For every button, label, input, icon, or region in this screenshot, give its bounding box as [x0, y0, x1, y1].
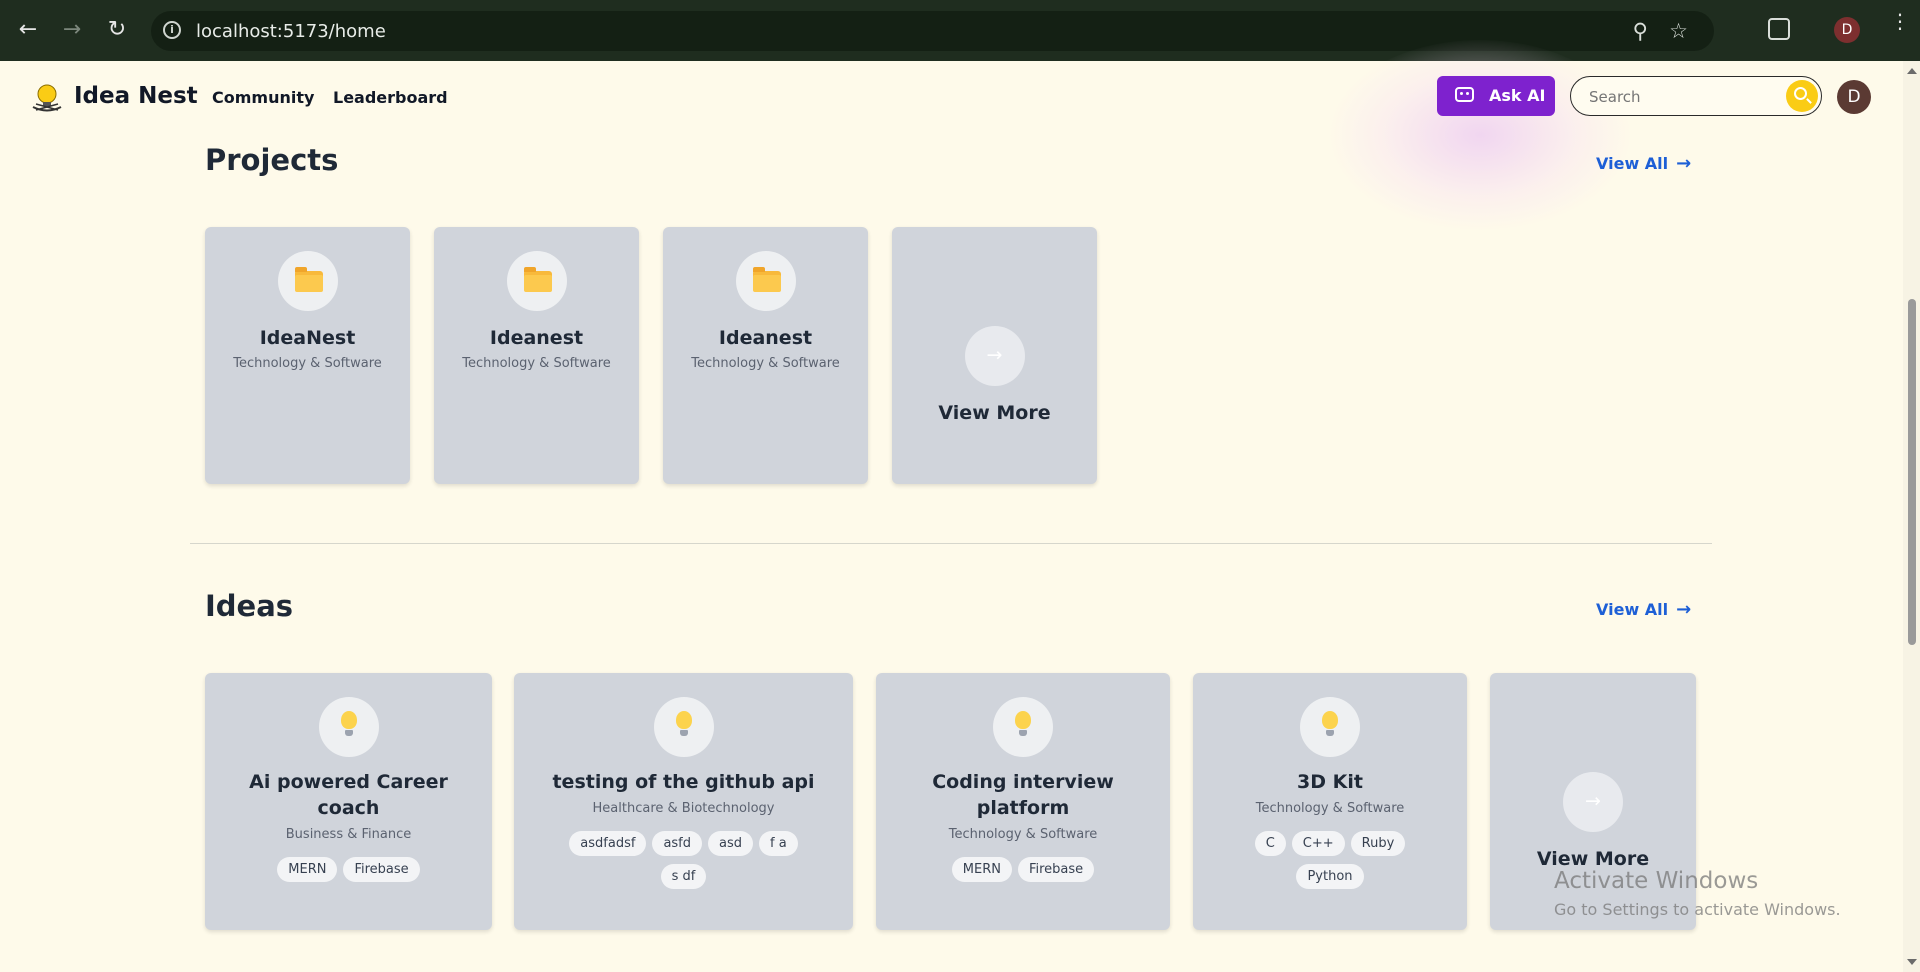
section-divider [190, 543, 1712, 544]
view-more-arrow-icon: → [1563, 772, 1623, 832]
idea-card[interactable]: testing of the github api Healthcare & B… [514, 673, 853, 930]
browser-profile-avatar[interactable]: D [1834, 17, 1860, 43]
scroll-down-arrow-icon[interactable] [1907, 959, 1917, 965]
idea-category: Technology & Software [948, 827, 1098, 842]
search-box [1570, 76, 1822, 116]
folder-icon [752, 267, 781, 292]
project-title: Ideanest [718, 327, 813, 349]
project-category: Technology & Software [691, 356, 840, 371]
lightbulb-icon [1322, 711, 1338, 736]
lightbulb-icon [340, 711, 357, 736]
browser-menu-icon[interactable]: ⋮ [1890, 11, 1910, 31]
idea-card[interactable]: Ai powered Career coach Business & Finan… [205, 673, 492, 930]
tag-chip[interactable]: Ruby [1350, 831, 1406, 856]
project-category: Technology & Software [233, 356, 382, 371]
project-card[interactable]: IdeaNest Technology & Software [205, 227, 410, 484]
ask-ai-label: Ask AI [1489, 86, 1546, 105]
idea-tags: asdfadsf asfd asd f a s df [554, 831, 813, 897]
project-category: Technology & Software [462, 356, 611, 371]
ideas-view-all-link[interactable]: View All → [1596, 599, 1691, 620]
page-scrollbar[interactable] [1903, 61, 1920, 972]
zoom-icon[interactable]: ⚲ [1633, 19, 1648, 43]
ask-ai-button[interactable]: Ask AI [1437, 76, 1555, 116]
ideas-heading: Ideas [205, 589, 294, 623]
tag-chip[interactable]: C [1254, 831, 1286, 856]
windows-activation-watermark: Activate Windows Go to Settings to activ… [1554, 868, 1841, 919]
view-more-arrow-icon: → [964, 326, 1025, 386]
arrow-right-icon: → [1676, 599, 1692, 620]
ideas-view-all-label: View All [1596, 600, 1669, 619]
logo-text[interactable]: Idea Nest [74, 83, 198, 109]
idea-title: testing of the github api [552, 771, 815, 793]
lightbulb-icon-circle [653, 697, 714, 757]
view-more-label: View More [1536, 848, 1650, 870]
tag-chip[interactable]: asdfadsf [569, 831, 647, 856]
folder-icon-circle [506, 251, 567, 311]
tag-chip[interactable]: C++ [1291, 831, 1345, 856]
user-avatar[interactable]: D [1837, 80, 1871, 114]
lightbulb-icon [675, 711, 692, 736]
idea-tags: C C++ Ruby Python [1233, 831, 1427, 897]
tag-chip[interactable]: Firebase [1017, 857, 1095, 882]
folder-icon [523, 267, 552, 292]
watermark-title: Activate Windows [1554, 868, 1759, 894]
site-info-icon[interactable]: i [163, 21, 181, 39]
nav-leaderboard[interactable]: Leaderboard [333, 88, 448, 107]
idea-category: Business & Finance [285, 827, 412, 842]
tag-chip[interactable]: s df [660, 864, 707, 889]
lightbulb-icon-circle [318, 697, 379, 757]
arrow-right-icon: → [1676, 153, 1692, 174]
folder-icon-circle [735, 251, 796, 311]
extensions-icon[interactable] [1768, 18, 1790, 40]
idea-tags: MERN Firebase [916, 857, 1130, 890]
tag-chip[interactable]: MERN [277, 857, 338, 882]
tag-chip[interactable]: MERN [951, 857, 1012, 882]
folder-icon [294, 267, 323, 292]
project-card[interactable]: Ideanest Technology & Software [434, 227, 639, 484]
projects-view-all-link[interactable]: View All → [1596, 153, 1691, 174]
bookmark-star-icon[interactable]: ☆ [1669, 19, 1688, 43]
tag-chip[interactable]: f a [759, 831, 798, 856]
reload-button[interactable]: ↻ [101, 14, 133, 46]
search-input[interactable] [1587, 85, 1781, 109]
idea-title: Coding interview platform [932, 771, 1114, 819]
projects-view-all-label: View All [1596, 154, 1669, 173]
tag-chip[interactable]: Firebase [343, 857, 420, 882]
projects-view-more-card[interactable]: → View More [892, 227, 1097, 484]
idea-category: Healthcare & Biotechnology [592, 801, 775, 816]
scroll-thumb[interactable] [1908, 299, 1916, 645]
idea-title: Ai powered Career coach [249, 771, 448, 819]
idea-nest-logo-icon[interactable] [30, 81, 64, 115]
projects-heading: Projects [205, 143, 339, 177]
tag-chip[interactable]: asfd [652, 831, 703, 856]
app-header: Idea Nest Community Leaderboard Ask AI D [0, 61, 1903, 133]
browser-toolbar: ← → ↻ i localhost:5173/home ⚲ ☆ D ⋮ [0, 0, 1920, 61]
folder-icon-circle [277, 251, 338, 311]
lightbulb-icon-circle [1300, 697, 1360, 757]
nav-community[interactable]: Community [212, 88, 314, 107]
lightbulb-icon [1015, 711, 1031, 736]
idea-card[interactable]: Coding interview platform Technology & S… [876, 673, 1170, 930]
idea-category: Technology & Software [1255, 801, 1405, 816]
lightbulb-icon-circle [993, 697, 1053, 757]
project-title: IdeaNest [259, 327, 356, 349]
project-title: Ideanest [489, 327, 584, 349]
project-card[interactable]: Ideanest Technology & Software [663, 227, 868, 484]
robot-icon [1455, 87, 1474, 102]
tag-chip[interactable]: asd [708, 831, 754, 856]
tag-chip[interactable]: Python [1296, 864, 1364, 889]
view-more-label: View More [938, 402, 1051, 424]
idea-card[interactable]: 3D Kit Technology & Software C C++ Ruby Pyt… [1193, 673, 1467, 930]
forward-button[interactable]: → [56, 14, 88, 46]
address-url[interactable]: localhost:5173/home [196, 21, 386, 42]
watermark-subtitle: Go to Settings to activate Windows. [1554, 900, 1841, 919]
idea-tags: MERN Firebase [245, 857, 452, 890]
scroll-up-arrow-icon[interactable] [1907, 68, 1917, 74]
back-button[interactable]: ← [12, 14, 44, 46]
idea-title: 3D Kit [1297, 771, 1363, 793]
search-icon[interactable] [1786, 80, 1818, 112]
